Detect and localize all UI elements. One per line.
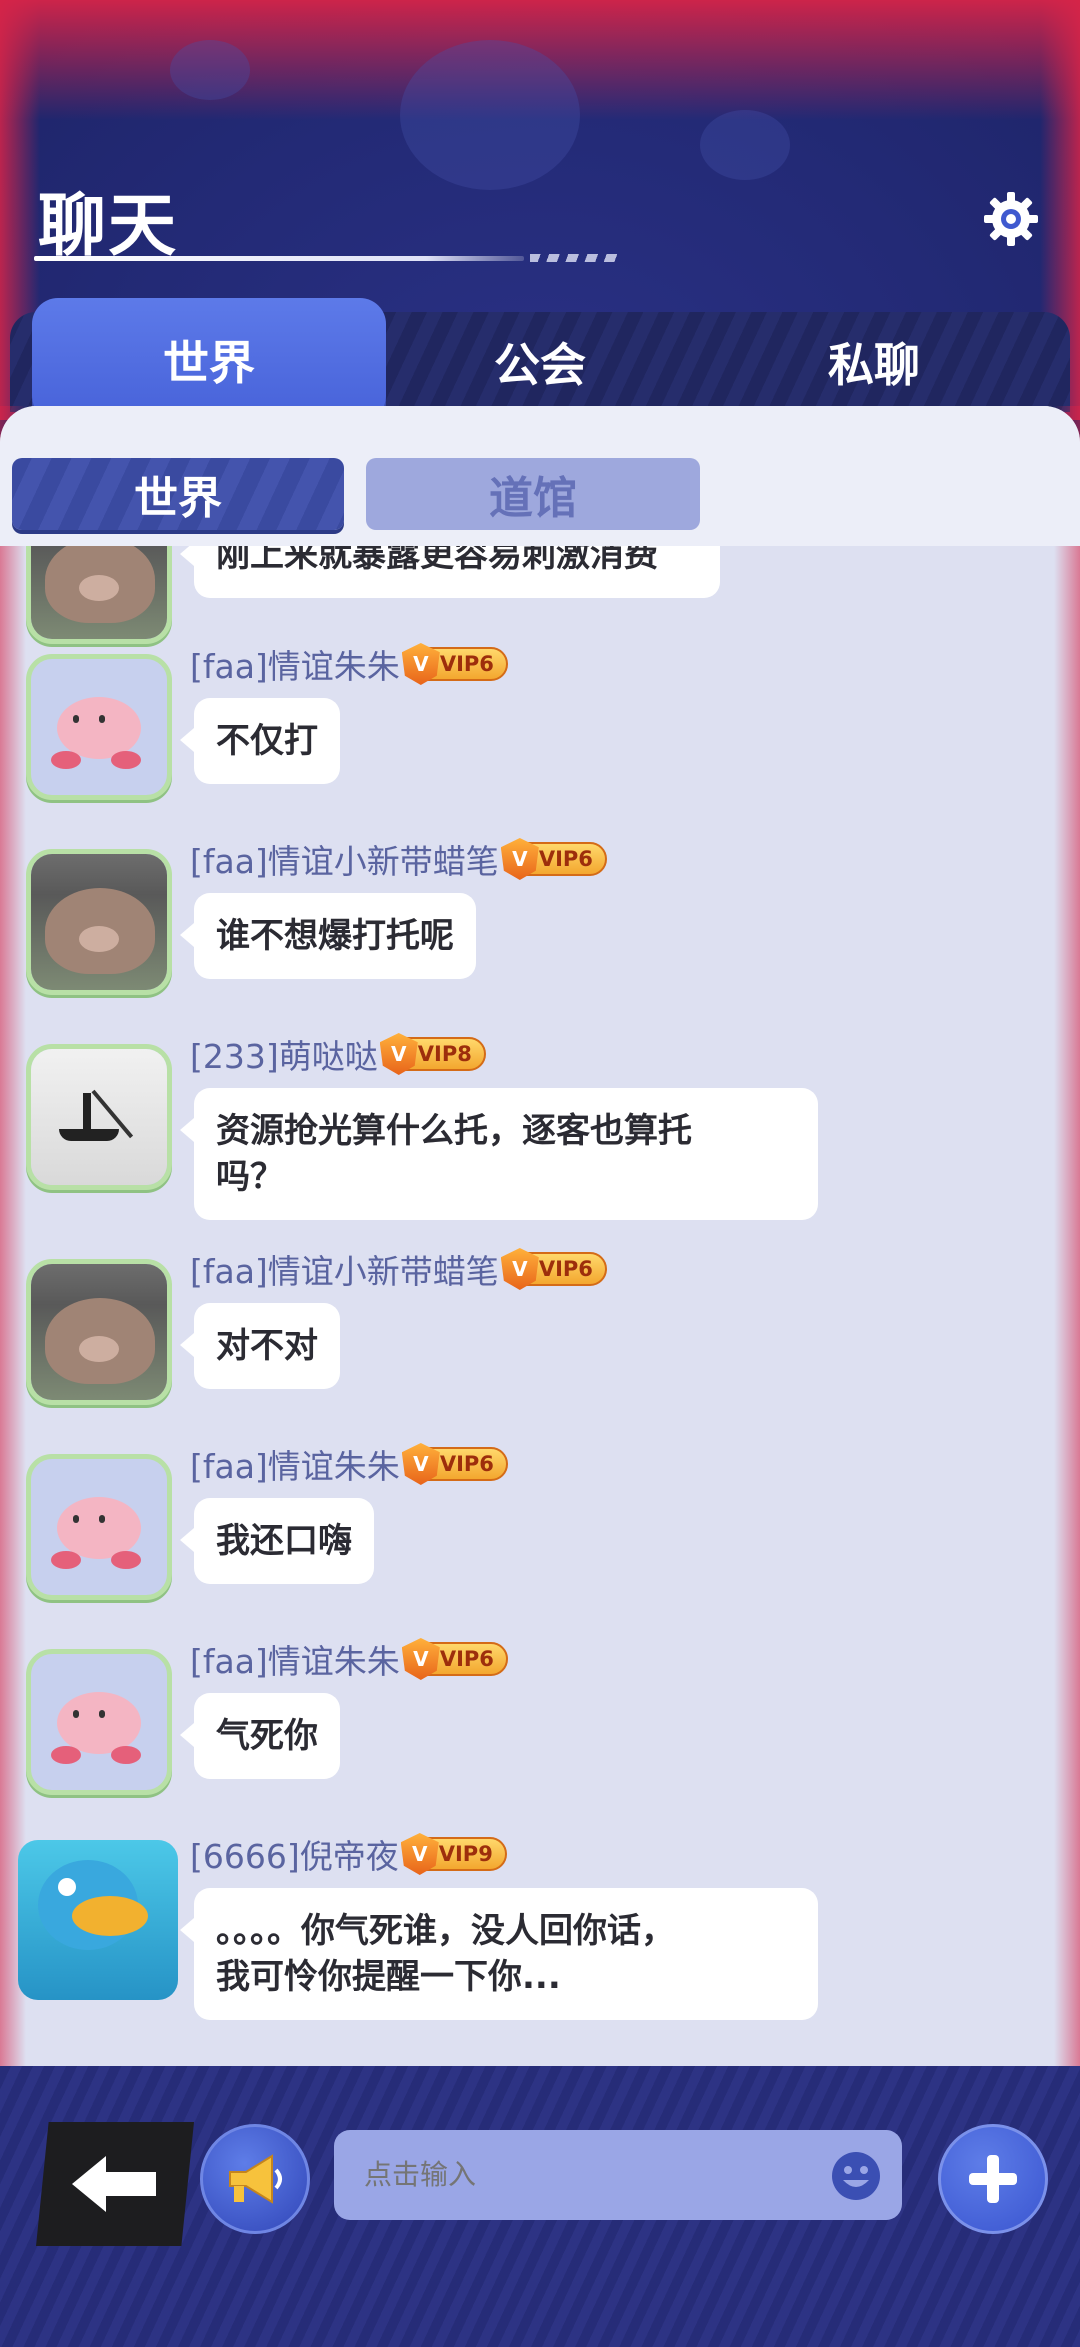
message-bubble: 气死你: [180, 1693, 340, 1779]
message-bubble: 谁不想爆打托呢: [180, 893, 476, 979]
vip-badge: V VIP6: [401, 1638, 508, 1680]
vip-badge: V VIP8: [379, 1033, 486, 1075]
avatar[interactable]: [26, 1454, 172, 1600]
megaphone-button[interactable]: [200, 2124, 310, 2234]
back-button[interactable]: [36, 2122, 194, 2246]
megaphone-icon: [229, 2154, 282, 2204]
message-list[interactable]: 刚上来就暴露更容易刺激消费 [faa]情谊朱朱 V VIP6 不仅打 [faa]情…: [0, 0, 1080, 2066]
vip-badge: V VIP6: [401, 643, 508, 685]
vip-badge: V VIP6: [500, 1248, 607, 1290]
message-bubble: 。。。。你气死谁，没人回你话， 我可怜你提醒一下你...: [180, 1888, 818, 2020]
subtab-world[interactable]: 世界: [12, 458, 344, 530]
vip-badge: V VIP6: [500, 838, 607, 880]
message-bubble: 对不对: [180, 1303, 340, 1389]
plus-button[interactable]: [938, 2124, 1048, 2234]
sender-name: [faa]情谊小新带蜡笔 V VIP6: [190, 1245, 607, 1293]
message-bubble: 不仅打: [180, 698, 340, 784]
sender-name: [faa]情谊朱朱 V VIP6: [190, 1635, 508, 1683]
avatar[interactable]: [26, 1649, 172, 1795]
avatar[interactable]: [26, 654, 172, 800]
subtab-gym[interactable]: 道馆: [366, 458, 700, 530]
vip-badge: V VIP6: [401, 1443, 508, 1485]
sender-name: [faa]情谊朱朱 V VIP6: [190, 640, 508, 688]
sender-name: [faa]情谊小新带蜡笔 V VIP6: [190, 835, 607, 883]
avatar[interactable]: [26, 849, 172, 995]
message-bubble: 我还口嗨: [180, 1498, 374, 1584]
back-arrow-icon: [72, 2156, 156, 2212]
chat-input[interactable]: [334, 2130, 902, 2220]
avatar[interactable]: [26, 1259, 172, 1405]
message-bubble: 资源抢光算什么托，逐客也算托 吗？: [180, 1088, 818, 1220]
avatar[interactable]: [26, 1044, 172, 1190]
sender-name: [6666]倪帝夜 V VIP9: [190, 1830, 507, 1878]
sender-name: [faa]情谊朱朱 V VIP6: [190, 1440, 508, 1488]
avatar[interactable]: [18, 1840, 178, 2000]
smile-icon[interactable]: [830, 2150, 882, 2202]
vip-badge: V VIP9: [400, 1833, 507, 1875]
plus-icon: [969, 2155, 1017, 2203]
sender-name: [233]萌哒哒 V VIP8: [190, 1030, 486, 1078]
